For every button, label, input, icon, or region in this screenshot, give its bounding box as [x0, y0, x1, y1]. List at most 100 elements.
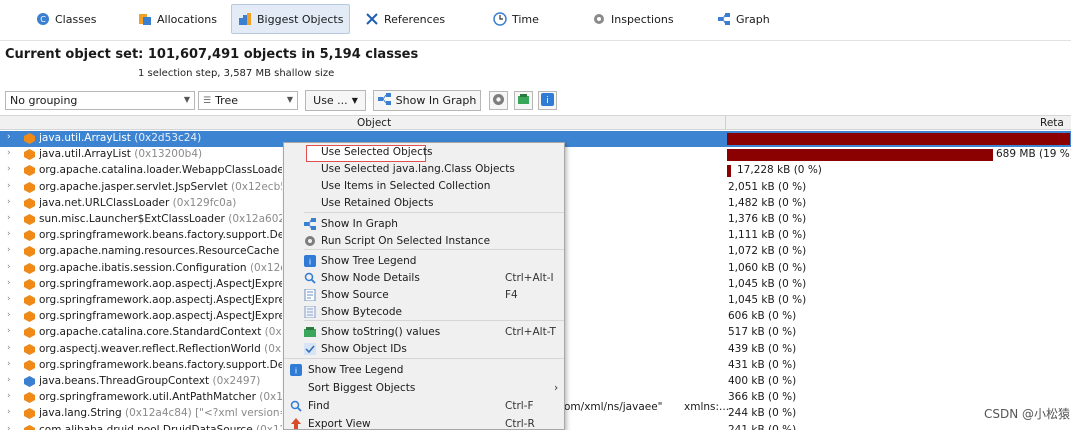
object-address: (0x12a4c84) ["<?xml version="1.0": [125, 407, 282, 420]
object-name: org.springframework.util.AntPathMatcher …: [39, 391, 282, 403]
menu-item-use-selected-objects[interactable]: Use Selected Objects: [284, 144, 564, 162]
class-name: org.apache.jasper.servlet.JspServlet: [39, 180, 228, 193]
menu-item-use-selected-java-lang-class-objects[interactable]: Use Selected java.lang.Class Objects: [284, 161, 564, 178]
expand-arrow-icon[interactable]: ›: [7, 407, 11, 417]
instance-object-icon: [24, 295, 35, 306]
expand-arrow-icon[interactable]: ›: [7, 245, 11, 255]
expand-arrow-icon[interactable]: ›: [7, 326, 11, 336]
retained-size-value: 689 MB (19 %): [996, 148, 1071, 161]
column-header-object[interactable]: Object: [357, 117, 391, 129]
context-menu: Use Selected Objects Use Selected java.la…: [283, 142, 565, 430]
expand-arrow-icon[interactable]: ›: [7, 375, 11, 385]
menu-item-label: Find: [308, 400, 330, 412]
object-address: (0x2d53c24): [134, 132, 202, 144]
tab-label: Graph: [736, 12, 770, 26]
reload-button[interactable]: [514, 91, 533, 110]
object-name: java.net.URLClassLoader (0x129fc0a): [39, 197, 282, 209]
expand-arrow-icon[interactable]: ›: [7, 262, 11, 272]
expand-arrow-icon[interactable]: ›: [7, 310, 11, 320]
tostring-icon: [304, 327, 316, 337]
menu-separator: [284, 358, 564, 359]
retained-size-value: 1,045 kB (0 %): [728, 294, 807, 306]
object-name: org.apache.catalina.core.StandardContext…: [39, 326, 282, 338]
expand-arrow-icon[interactable]: ›: [7, 181, 11, 191]
menu-item-label: Use Selected Objects: [321, 146, 433, 158]
menu-item-find[interactable]: Find Ctrl-F: [284, 398, 564, 415]
retained-size-value: 1,111 kB (0 %): [728, 229, 807, 242]
table-header: Object Reta: [0, 115, 1071, 130]
menu-item-use-retained-objects[interactable]: Use Retained Objects: [284, 195, 564, 212]
retained-size-value: 244 kB (0 %): [728, 407, 797, 420]
settings-button[interactable]: [489, 91, 508, 110]
object-name: org.springframework.beans.factory.suppor…: [39, 359, 282, 371]
column-header-retained[interactable]: Reta: [1040, 117, 1064, 129]
tab-allocations[interactable]: Allocations: [132, 4, 223, 34]
menu-item-show-in-graph[interactable]: Show In Graph: [284, 216, 564, 233]
grouping-select[interactable]: No grouping ▼: [5, 91, 195, 110]
instance-object-icon: [24, 133, 35, 144]
menu-item-show-tree-legend[interactable]: i Show Tree Legend: [284, 362, 564, 379]
instance-object-icon: [24, 149, 35, 161]
menu-item-show-bytecode[interactable]: Show Bytecode: [284, 304, 564, 321]
tab-references[interactable]: References: [359, 4, 451, 34]
menu-item-shortcut: F4: [505, 289, 518, 301]
instance-object-icon: [24, 327, 35, 339]
export-icon: [291, 418, 301, 429]
menu-item-shortcut: Ctrl-F: [505, 400, 534, 412]
menu-item-use-items-in-selected-collection[interactable]: Use Items in Selected Collection: [284, 178, 564, 195]
page-subtitle: 1 selection step, 3,587 MB shallow size: [138, 68, 335, 79]
retained-size-value: 1,482 kB (0 %): [728, 196, 807, 209]
use-label: Use ...: [313, 94, 348, 107]
expand-arrow-icon[interactable]: ›: [7, 229, 11, 239]
instance-object-icon: [24, 359, 35, 371]
menu-item-show-object-ids[interactable]: Show Object IDs: [284, 341, 564, 358]
tab-graph[interactable]: Graph: [711, 4, 776, 34]
object-address: (0x129f: [264, 326, 282, 339]
tab-inspections[interactable]: Inspections: [586, 4, 680, 34]
column-divider[interactable]: [725, 116, 726, 130]
expand-arrow-icon[interactable]: ›: [7, 294, 11, 304]
expand-arrow-icon[interactable]: ›: [7, 359, 11, 369]
retained-size-bar: [727, 133, 1070, 145]
tab-biggest-objects[interactable]: Biggest Objects: [231, 4, 351, 34]
expand-arrow-icon[interactable]: ›: [7, 343, 11, 353]
tab-time[interactable]: Time: [487, 4, 545, 34]
expand-arrow-icon[interactable]: ›: [7, 424, 11, 430]
svg-text:i: i: [309, 258, 311, 267]
retained-size-value: 1,072 kB (0 %): [728, 245, 807, 258]
menu-item-export-view[interactable]: Export View Ctrl-R: [284, 416, 564, 429]
object-name: org.apache.naming.resources.ResourceCach…: [39, 245, 282, 257]
object-address: (0x12bc: [264, 342, 282, 355]
menu-item-show-source[interactable]: Show Source F4: [284, 287, 564, 304]
instance-object-icon: [24, 246, 35, 258]
expand-arrow-icon[interactable]: ›: [7, 278, 11, 288]
view-tab-bar: C Classes Allocations Biggest Objects Re…: [0, 0, 1071, 38]
view-mode-select[interactable]: ☰ Tree ▼: [198, 91, 298, 110]
svg-text:C: C: [40, 15, 46, 24]
expand-arrow-icon[interactable]: ›: [7, 391, 11, 401]
caret-down-icon: ▼: [351, 96, 358, 105]
instance-object-icon: [24, 408, 35, 420]
menu-item-show-node-details[interactable]: Show Node Details Ctrl+Alt-I: [284, 270, 564, 287]
object-address: (0x12a6029): [228, 213, 282, 225]
menu-item-sort-biggest-objects[interactable]: Sort Biggest Objects ›: [284, 380, 564, 397]
object-name: org.apache.ibatis.session.Configuration …: [39, 262, 282, 274]
expand-arrow-icon[interactable]: ›: [7, 164, 11, 174]
expand-arrow-icon[interactable]: ›: [7, 213, 11, 223]
expand-arrow-icon[interactable]: ›: [7, 197, 11, 207]
class-name: org.springframework.aop.aspectj.AspectJE…: [39, 294, 282, 306]
object-address: (0x12cdfb: [249, 261, 282, 274]
info-button[interactable]: i: [538, 91, 557, 110]
menu-item-show-tostring-values[interactable]: Show toString() values Ctrl+Alt-T: [284, 324, 564, 341]
tab-classes[interactable]: C Classes: [30, 4, 102, 34]
expand-arrow-icon[interactable]: ›: [7, 132, 11, 142]
menu-item-run-script-on-selected-instance[interactable]: Run Script On Selected Instance: [284, 233, 564, 250]
menu-item-label: Use Retained Objects: [321, 197, 434, 209]
show-in-graph-button[interactable]: Show In Graph: [373, 90, 481, 111]
object-name: org.springframework.aop.aspectj.AspectJE…: [39, 278, 282, 290]
retained-size-bar: [727, 165, 731, 178]
menu-item-show-tree-legend[interactable]: i Show Tree Legend: [284, 253, 564, 270]
use-dropdown-button[interactable]: Use ... ▼: [305, 90, 366, 111]
expand-arrow-icon[interactable]: ›: [7, 148, 11, 158]
object-address: (0x12ecb5f): [230, 180, 282, 193]
